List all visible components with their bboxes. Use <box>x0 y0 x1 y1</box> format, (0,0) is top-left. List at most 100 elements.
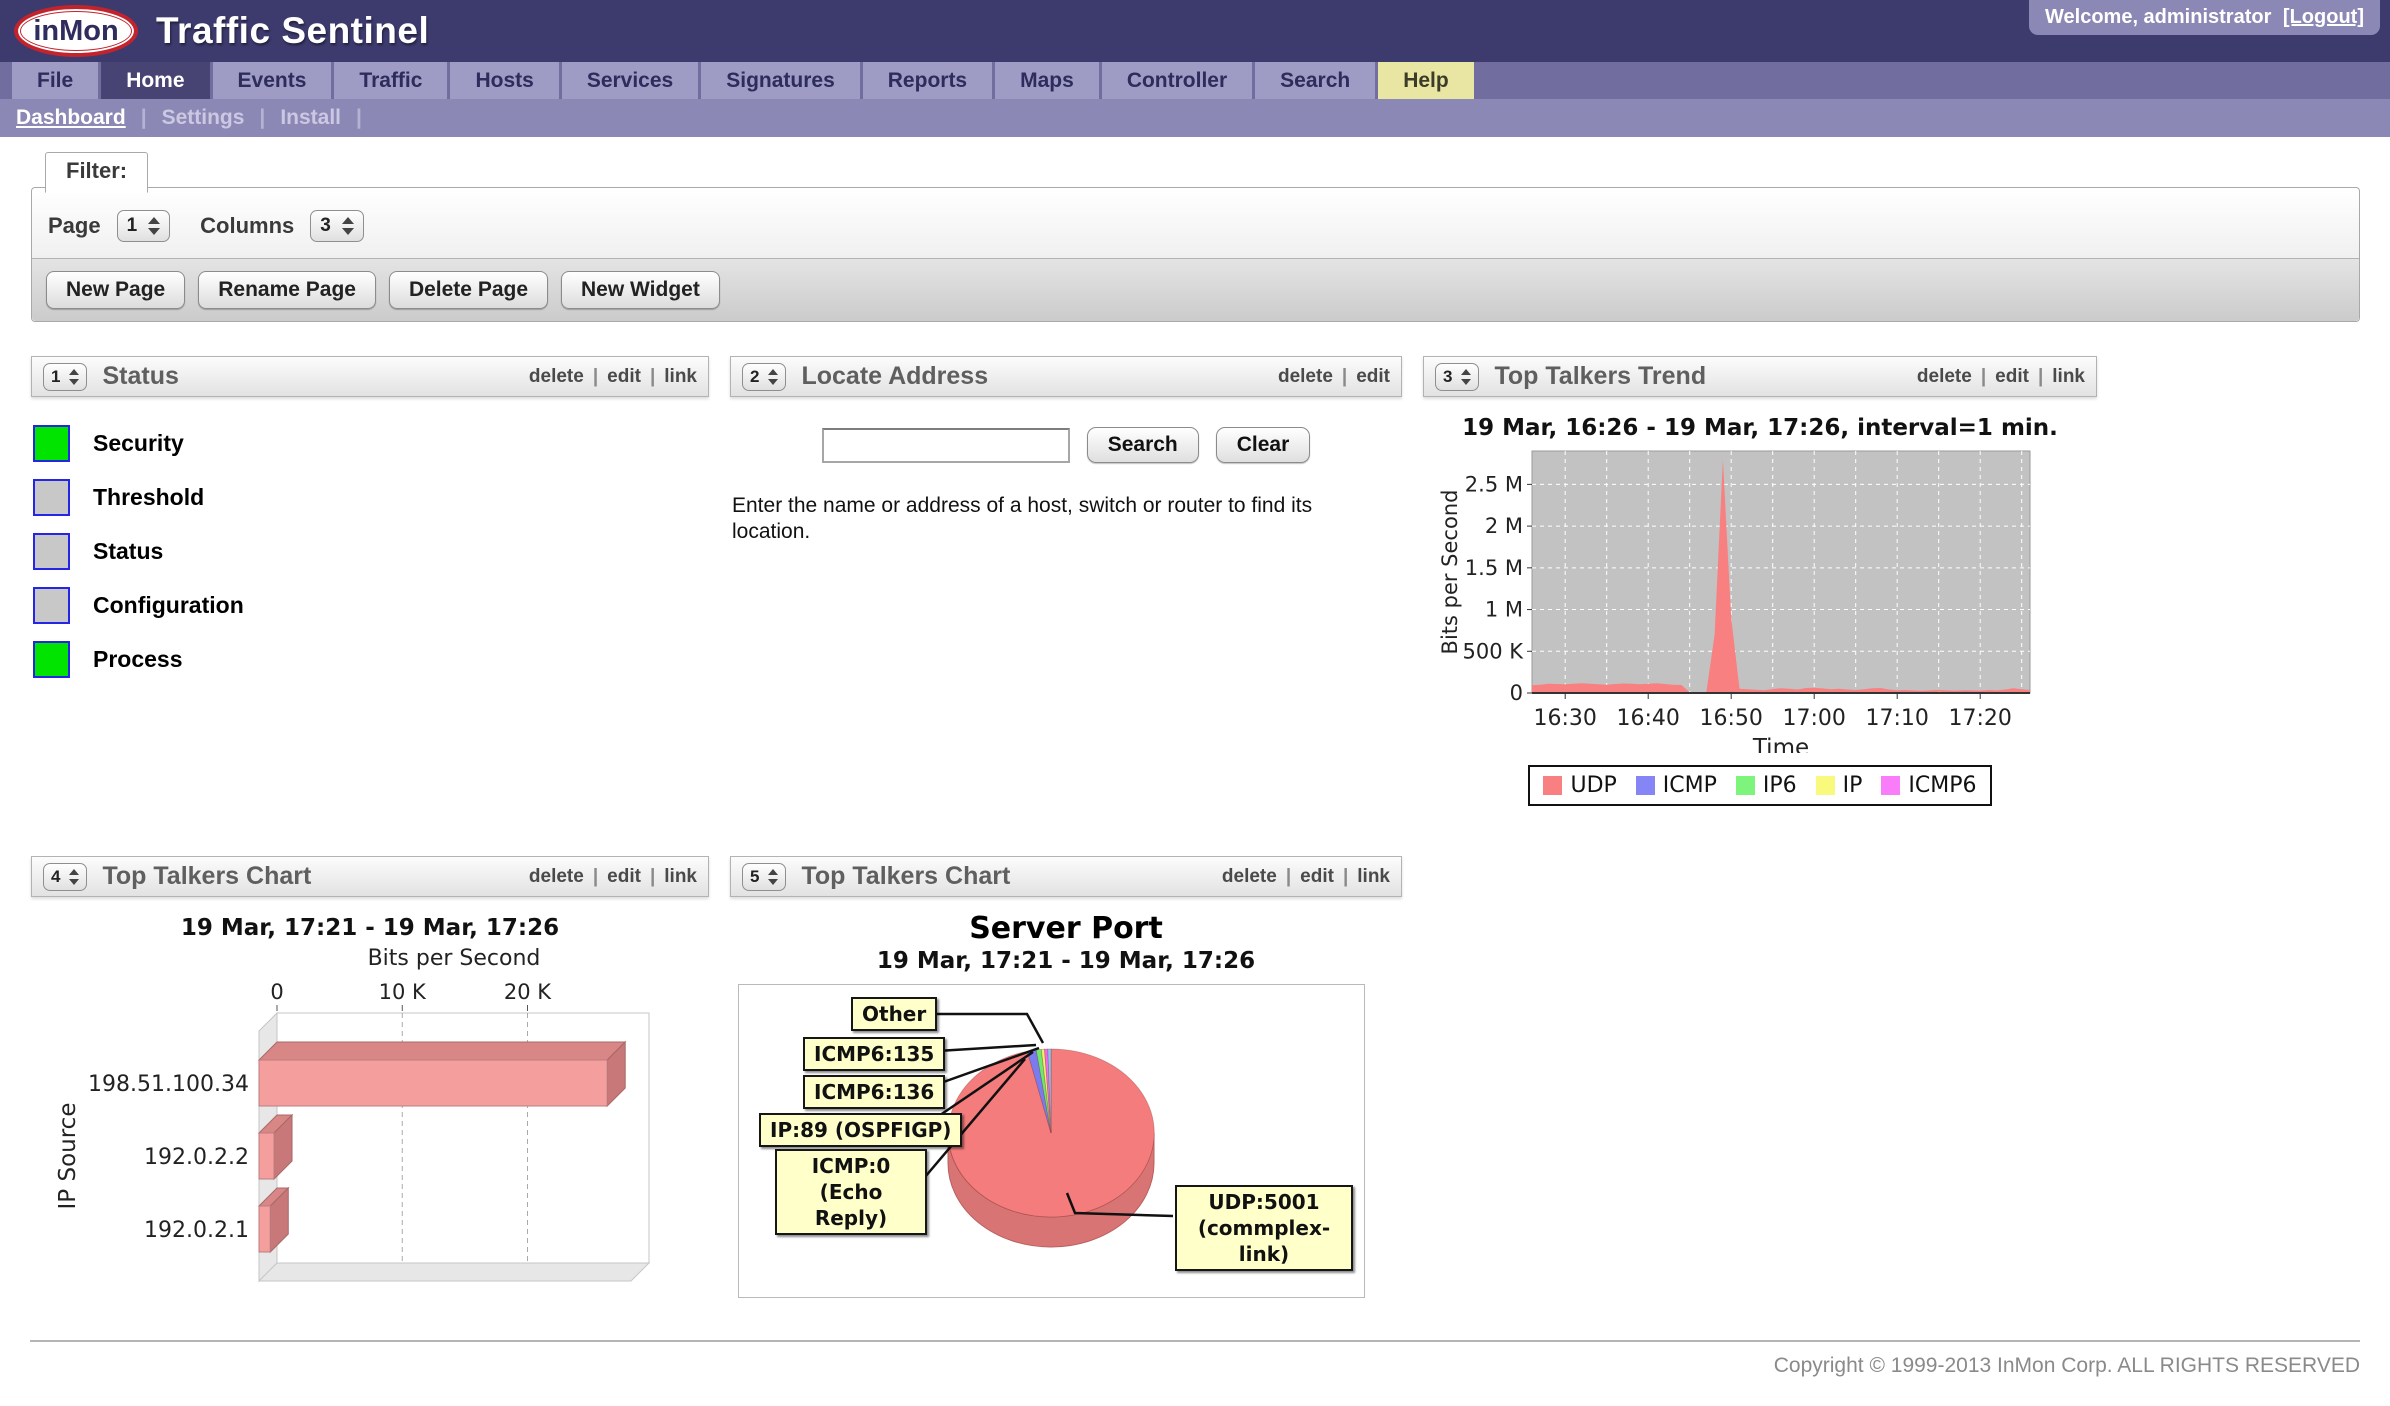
widget-edit-link[interactable]: edit <box>1300 866 1334 888</box>
widget-link-link[interactable]: link <box>664 866 697 888</box>
svg-text:198.51.100.34: 198.51.100.34 <box>88 1072 249 1097</box>
page-buttons: New Page Rename Page Delete Page New Wid… <box>32 258 2359 321</box>
separator: | <box>1981 366 1986 388</box>
widget-order-stepper[interactable]: 4 <box>43 863 87 891</box>
pie-callout-other: Other <box>851 997 937 1031</box>
widget-header: 3 Top Talkers Trend delete | edit | link <box>1423 356 2097 397</box>
tab-reports[interactable]: Reports <box>863 62 992 99</box>
svg-text:16:50: 16:50 <box>1699 706 1762 731</box>
stepper-arrows-icon[interactable] <box>69 369 79 385</box>
delete-page-button[interactable]: Delete Page <box>389 271 548 309</box>
stepper-up-icon[interactable] <box>1461 369 1471 375</box>
stepper-down-icon[interactable] <box>69 379 79 385</box>
separator: | <box>593 366 598 388</box>
logout-link[interactable]: [Logout] <box>2283 6 2364 28</box>
stepper-down-icon[interactable] <box>342 228 354 235</box>
stepper-up-icon[interactable] <box>342 217 354 224</box>
pie-callout-icmp6-136: ICMP6:136 <box>803 1075 945 1109</box>
widget-link-link[interactable]: link <box>1357 866 1390 888</box>
tab-search[interactable]: Search <box>1255 62 1375 99</box>
status-item-threshold[interactable]: Threshold <box>33 479 705 516</box>
widget-order-stepper[interactable]: 5 <box>742 863 786 891</box>
widget-order-stepper[interactable]: 1 <box>43 363 87 391</box>
tab-maps[interactable]: Maps <box>995 62 1099 99</box>
widget-top-talkers-bar: 4 Top Talkers Chart delete | edit | link… <box>31 856 709 1298</box>
stepper-down-icon[interactable] <box>768 379 778 385</box>
tab-help[interactable]: Help <box>1378 62 1474 99</box>
stepper-up-icon[interactable] <box>69 869 79 875</box>
stepper-down-icon[interactable] <box>69 879 79 885</box>
widget-edit-link[interactable]: edit <box>1995 366 2029 388</box>
widget-delete-link[interactable]: delete <box>529 366 584 388</box>
columns-stepper[interactable]: 3 <box>310 210 364 242</box>
status-item-security[interactable]: Security <box>33 425 705 462</box>
subnav-install[interactable]: Install <box>280 106 341 130</box>
new-page-button[interactable]: New Page <box>46 271 185 309</box>
new-widget-button[interactable]: New Widget <box>561 271 720 309</box>
widget-header: 5 Top Talkers Chart delete | edit | link <box>730 856 1402 897</box>
widget-order-stepper[interactable]: 3 <box>1435 363 1479 391</box>
tab-signatures[interactable]: Signatures <box>701 62 860 99</box>
status-indicator <box>33 587 70 624</box>
widget-order-stepper[interactable]: 2 <box>742 363 786 391</box>
widget-top-talkers-trend: 3 Top Talkers Trend delete | edit | link… <box>1423 356 2097 806</box>
separator: | <box>259 106 265 130</box>
tab-hosts[interactable]: Hosts <box>450 62 558 99</box>
subnav-settings[interactable]: Settings <box>162 106 245 130</box>
stepper-arrows-icon[interactable] <box>768 369 778 385</box>
locate-address-input[interactable] <box>822 428 1070 463</box>
widget-title: Locate Address <box>801 362 1278 391</box>
status-item-status[interactable]: Status <box>33 533 705 570</box>
widget-edit-link[interactable]: edit <box>1356 366 1390 388</box>
widget-order-value: 2 <box>750 367 759 387</box>
svg-text:1.5 M: 1.5 M <box>1465 556 1523 580</box>
pie-chart-period: 19 Mar, 17:21 - 19 Mar, 17:26 <box>730 948 1402 974</box>
stepper-up-icon[interactable] <box>69 369 79 375</box>
locate-search-button[interactable]: Search <box>1087 427 1199 463</box>
stepper-arrows-icon[interactable] <box>69 869 79 885</box>
stepper-up-icon[interactable] <box>768 869 778 875</box>
separator: | <box>356 106 362 130</box>
stepper-arrows-icon[interactable] <box>768 869 778 885</box>
status-item-configuration[interactable]: Configuration <box>33 587 705 624</box>
legend-swatch <box>1881 776 1900 795</box>
separator: | <box>1286 866 1291 888</box>
legend-item-icmp: ICMP <box>1636 773 1717 798</box>
stepper-up-icon[interactable] <box>148 217 160 224</box>
tab-home[interactable]: Home <box>101 62 209 99</box>
widget-edit-link[interactable]: edit <box>607 366 641 388</box>
stepper-down-icon[interactable] <box>148 228 160 235</box>
svg-text:2 M: 2 M <box>1485 514 1523 538</box>
copyright-text: Copyright © 1999-2013 InMon Corp. ALL RI… <box>1774 1354 2360 1377</box>
subnav-dashboard[interactable]: Dashboard <box>16 106 126 130</box>
svg-text:17:20: 17:20 <box>1948 706 2011 731</box>
widget-delete-link[interactable]: delete <box>1917 366 1972 388</box>
stepper-down-icon[interactable] <box>1461 379 1471 385</box>
stepper-up-icon[interactable] <box>768 369 778 375</box>
legend-swatch <box>1816 776 1835 795</box>
tab-controller[interactable]: Controller <box>1102 62 1252 99</box>
widget-link-link[interactable]: link <box>2052 366 2085 388</box>
stepper-arrows-icon[interactable] <box>342 217 354 235</box>
svg-text:1 M: 1 M <box>1485 598 1523 622</box>
widget-delete-link[interactable]: delete <box>1222 866 1277 888</box>
widget-delete-link[interactable]: delete <box>1278 366 1333 388</box>
stepper-down-icon[interactable] <box>768 879 778 885</box>
tab-file[interactable]: File <box>12 62 98 99</box>
rename-page-button[interactable]: Rename Page <box>198 271 376 309</box>
tab-services[interactable]: Services <box>562 62 698 99</box>
widget-edit-link[interactable]: edit <box>607 866 641 888</box>
tab-events[interactable]: Events <box>213 62 332 99</box>
stepper-arrows-icon[interactable] <box>148 217 160 235</box>
svg-text:16:30: 16:30 <box>1533 706 1596 731</box>
trend-chart-period: 19 Mar, 16:26 - 19 Mar, 17:26, interval=… <box>1423 415 2097 441</box>
tab-traffic[interactable]: Traffic <box>334 62 447 99</box>
page-stepper[interactable]: 1 <box>117 210 171 242</box>
bar-chart: Bits per Second010 K20 K198.51.100.34192… <box>31 941 691 1293</box>
status-item-process[interactable]: Process <box>33 641 705 678</box>
stepper-arrows-icon[interactable] <box>1461 369 1471 385</box>
widget-link-link[interactable]: link <box>664 366 697 388</box>
locate-clear-button[interactable]: Clear <box>1216 427 1311 463</box>
status-item-label: Process <box>93 646 183 673</box>
widget-delete-link[interactable]: delete <box>529 866 584 888</box>
